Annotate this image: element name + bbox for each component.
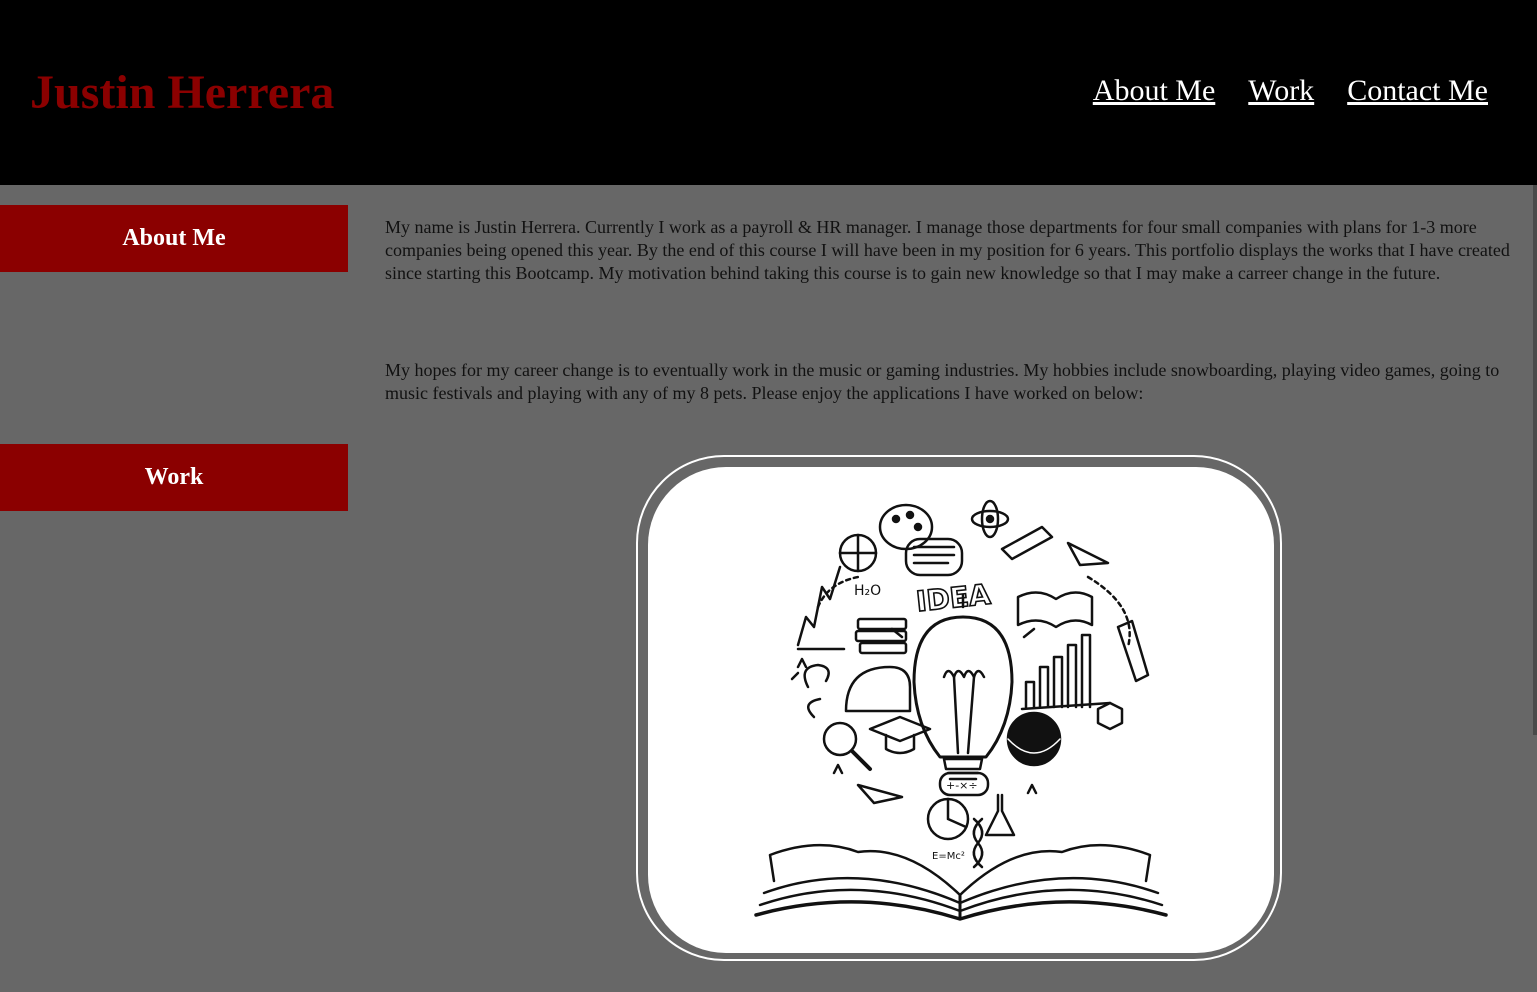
emc2-text: E=Mc² (932, 851, 965, 862)
about-paragraph-2: My hopes for my career change is to even… (385, 360, 1500, 403)
work-image-idea-illustration[interactable]: IDEA H₂O E=Mc² +-×÷ (648, 467, 1274, 953)
nav-link-about-me[interactable]: About Me (1093, 73, 1216, 109)
nav-link-contact-me[interactable]: Contact Me (1347, 73, 1488, 109)
scrollbar[interactable] (1533, 185, 1537, 735)
site-header: Justin Herrera About Me Work Contact Me (0, 0, 1537, 185)
operators-text: +-×÷ (946, 779, 978, 792)
nav-link-work[interactable]: Work (1248, 73, 1314, 109)
section-label-work: Work (0, 444, 348, 511)
about-paragraph-1: My name is Justin Herrera. Currently I w… (385, 217, 1510, 283)
site-title: Justin Herrera (30, 66, 335, 119)
idea-illustration: IDEA H₂O E=Mc² +-×÷ (754, 499, 1168, 921)
main-nav: About Me Work Contact Me (1093, 73, 1488, 109)
idea-text: IDEA (915, 578, 993, 619)
section-label-about-me: About Me (0, 205, 348, 272)
water-formula-text: H₂O (854, 583, 881, 599)
